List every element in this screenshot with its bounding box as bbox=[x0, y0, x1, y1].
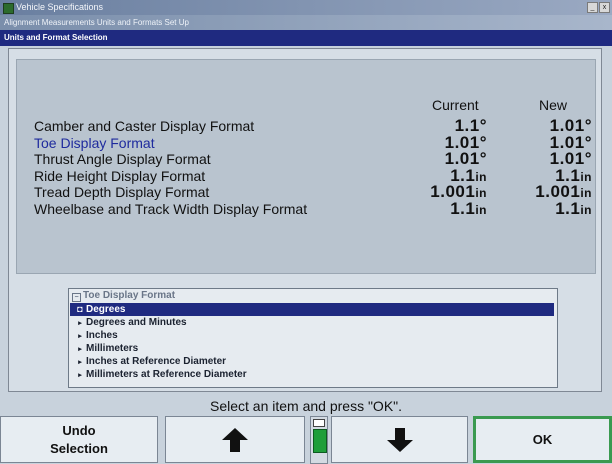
current-value: 1.1° bbox=[454, 116, 487, 135]
minimize-button[interactable]: _ bbox=[587, 2, 598, 13]
new-value: 1.01° bbox=[549, 116, 592, 135]
window-title-bar: Vehicle Specifications _ x bbox=[0, 0, 612, 15]
instruction-prompt: Select an item and press "OK". bbox=[209, 398, 403, 414]
breadcrumb: Alignment Measurements Units and Formats… bbox=[4, 18, 189, 27]
option-item[interactable]: ▸ Inches at Reference Diameter bbox=[70, 355, 554, 368]
options-title-text: Toe Display Format bbox=[83, 290, 176, 301]
format-options-list: − Toe Display Format ◘ Degrees ▸ Degrees and… bbox=[68, 288, 558, 388]
current-value: 1.01° bbox=[444, 149, 487, 168]
option-label: Inches at Reference Diameter bbox=[86, 356, 227, 367]
option-item[interactable]: ▸ Millimeters at Reference Diameter bbox=[70, 368, 554, 381]
option-item[interactable]: ▸ Millimeters bbox=[70, 342, 554, 355]
undo-selection-button[interactable]: Undo Selection bbox=[0, 416, 158, 463]
down-arrow-icon bbox=[386, 427, 413, 452]
option-label: Millimeters bbox=[86, 343, 139, 354]
breadcrumb-bar: Alignment Measurements Units and Formats… bbox=[0, 15, 612, 30]
bullet-arrow-icon: ▸ bbox=[78, 372, 82, 379]
current-value: 1.1in bbox=[450, 198, 487, 218]
ok-button[interactable]: OK bbox=[473, 416, 612, 463]
list-scroll-indicator[interactable] bbox=[310, 416, 328, 464]
option-label: Degrees and Minutes bbox=[86, 317, 187, 328]
undo-selection-label: Undo Selection bbox=[50, 422, 108, 456]
option-item[interactable]: ▸ Inches bbox=[70, 329, 554, 342]
format-row-label[interactable]: Ride Height Display Format bbox=[34, 168, 205, 184]
new-value: 1.01° bbox=[549, 149, 592, 168]
scroll-position-bar bbox=[313, 429, 327, 453]
options-list-title: − Toe Display Format bbox=[72, 290, 175, 302]
collapse-icon[interactable]: − bbox=[72, 293, 81, 302]
format-row-label[interactable]: Thrust Angle Display Format bbox=[34, 151, 211, 167]
selected-marker-icon: ◘ bbox=[77, 304, 83, 314]
section-title: Units and Format Selection bbox=[4, 33, 108, 42]
format-row-label[interactable]: Camber and Caster Display Format bbox=[34, 118, 254, 134]
scroll-top-marker bbox=[313, 419, 325, 427]
format-table-panel: Current New Camber and Caster Display Fo… bbox=[16, 59, 596, 274]
window-title: Vehicle Specifications bbox=[16, 2, 104, 12]
option-label: Inches bbox=[86, 330, 118, 341]
format-row-label[interactable]: Wheelbase and Track Width Display Format bbox=[34, 201, 307, 217]
move-up-button[interactable] bbox=[165, 416, 305, 463]
ok-label: OK bbox=[532, 432, 553, 447]
option-item[interactable]: ◘ Degrees bbox=[70, 303, 554, 316]
up-arrow-icon bbox=[222, 427, 248, 452]
current-column-header: Current bbox=[432, 97, 479, 113]
close-button[interactable]: x bbox=[599, 2, 610, 13]
move-down-button[interactable] bbox=[331, 416, 468, 463]
format-row-label[interactable]: Toe Display Format bbox=[34, 135, 155, 151]
option-label: Millimeters at Reference Diameter bbox=[86, 369, 247, 380]
new-value: 1.1in bbox=[555, 198, 592, 218]
new-column-header: New bbox=[539, 97, 568, 113]
option-label: Degrees bbox=[86, 304, 126, 315]
section-header: Units and Format Selection bbox=[0, 30, 612, 46]
format-row-label[interactable]: Tread Depth Display Format bbox=[34, 184, 209, 200]
option-item[interactable]: ▸ Degrees and Minutes bbox=[70, 316, 554, 329]
app-icon bbox=[3, 3, 14, 14]
